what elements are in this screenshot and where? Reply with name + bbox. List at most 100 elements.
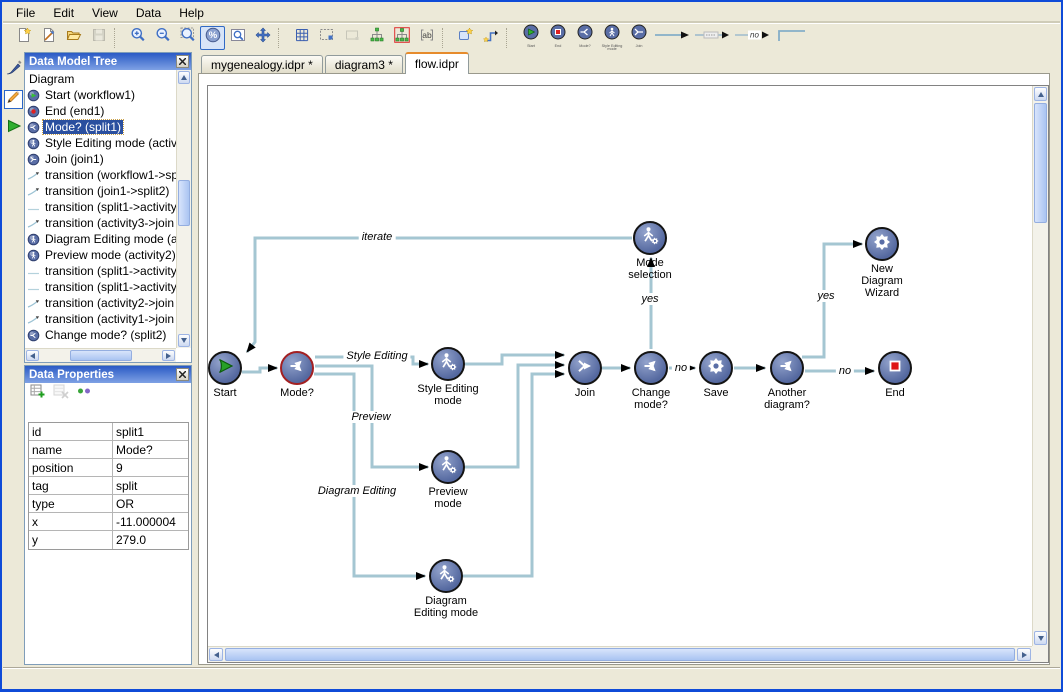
diagram-node-change-mode[interactable]: [634, 351, 668, 385]
property-value[interactable]: -11.000004: [113, 513, 188, 530]
canvas-hscroll-thumb[interactable]: [225, 648, 1015, 661]
canvas-vscrollbar[interactable]: [1032, 86, 1048, 646]
toolbar-zoom-percent-button[interactable]: %: [200, 26, 225, 50]
toolbar-node-activity-button[interactable]: Style Editing mode: [598, 24, 625, 51]
tree-item[interactable]: End (end1): [25, 103, 176, 119]
toolbar-text-label-button[interactable]: ab: [414, 26, 439, 50]
toolbar-connector-button[interactable]: [478, 26, 503, 50]
diagram-node-mode[interactable]: [280, 351, 314, 385]
tree-item[interactable]: transition (workflow1->sp: [25, 167, 176, 183]
tree-item[interactable]: Mode? (split1): [25, 119, 176, 135]
toolbar-arrow-no-button[interactable]: no: [732, 26, 772, 50]
property-row[interactable]: nameMode?: [29, 441, 188, 459]
toolbar-grid-button[interactable]: [289, 26, 314, 50]
tab-mygenealogy-idpr-[interactable]: mygenealogy.idpr *: [201, 55, 323, 74]
scroll-down-icon[interactable]: [178, 334, 190, 347]
diagram-canvas[interactable]: iterate Style Editing Preview Diagram Editi…: [208, 86, 1032, 646]
tab-diagram3-[interactable]: diagram3 *: [325, 55, 403, 74]
rail-pencil-button[interactable]: [4, 90, 23, 109]
edge-label[interactable]: yes: [638, 293, 661, 305]
canvas-vscroll-thumb[interactable]: [1034, 103, 1047, 223]
edge-label[interactable]: iterate: [359, 231, 396, 243]
property-row[interactable]: y279.0: [29, 531, 188, 549]
tree-item[interactable]: Start (workflow1): [25, 87, 176, 103]
toolbar-zoom-out-button[interactable]: [150, 26, 175, 50]
scroll-right-icon[interactable]: [1017, 648, 1031, 661]
tree-item[interactable]: Diagram Editing mode (ac: [25, 231, 176, 247]
toolbar-selection-button[interactable]: [314, 26, 339, 50]
menu-help[interactable]: Help: [170, 3, 213, 23]
edge-label[interactable]: no: [836, 365, 854, 377]
edge-label[interactable]: no: [672, 362, 690, 374]
close-icon[interactable]: [176, 55, 189, 68]
diagram-node-new-diagram-wizard[interactable]: [865, 227, 899, 261]
close-icon[interactable]: [176, 368, 189, 381]
tree-item[interactable]: Style Editing mode (activi: [25, 135, 176, 151]
data-properties-titlebar[interactable]: Data Properties: [25, 366, 191, 383]
tree-item[interactable]: Diagram: [25, 71, 176, 87]
tree-vscroll-thumb[interactable]: [178, 180, 190, 226]
property-value[interactable]: Mode?: [113, 441, 188, 458]
toolbar-node-end-button[interactable]: End: [544, 24, 571, 51]
delete-row-icon[interactable]: [53, 383, 69, 404]
tree-hscroll-thumb[interactable]: [70, 350, 132, 361]
edge-label[interactable]: Preview: [348, 411, 393, 423]
property-value[interactable]: split: [113, 477, 188, 494]
diagram-node-another-diagram[interactable]: [770, 351, 804, 385]
menu-view[interactable]: View: [83, 3, 127, 23]
diagram-node-style-editing-mode[interactable]: [431, 347, 465, 381]
diagram-node-preview-mode[interactable]: [431, 450, 465, 484]
property-row[interactable]: tagsplit: [29, 477, 188, 495]
scroll-left-icon[interactable]: [209, 648, 223, 661]
property-row[interactable]: idsplit1: [29, 423, 188, 441]
property-value[interactable]: OR: [113, 495, 188, 512]
tree-item[interactable]: transition (split1->activity: [25, 199, 176, 215]
transition-edge[interactable]: [465, 355, 564, 364]
toolbar-transform-button[interactable]: [339, 26, 364, 50]
edge-label[interactable]: Diagram Editing: [315, 485, 399, 497]
toolbar-arrow-labeled-button[interactable]: [692, 26, 732, 50]
diagram-node-mode-selection[interactable]: [633, 221, 667, 255]
diagram-node-start[interactable]: [208, 351, 242, 385]
toolbar-tree-layout-box-button[interactable]: [389, 26, 414, 50]
scroll-down-icon[interactable]: [1034, 631, 1047, 645]
diagram-node-join[interactable]: [568, 351, 602, 385]
toolbar-save-button[interactable]: [86, 26, 111, 50]
data-model-tree-titlebar[interactable]: Data Model Tree: [25, 53, 191, 70]
toolbar-node-join-button[interactable]: Join: [625, 24, 652, 51]
toolbar-wizard-button[interactable]: [36, 26, 61, 50]
property-value[interactable]: 279.0: [113, 531, 188, 549]
tree-item[interactable]: Preview mode (activity2): [25, 247, 176, 263]
tree-item[interactable]: transition (split1->activity: [25, 279, 176, 295]
transition-edge[interactable]: [247, 238, 632, 352]
tree-hscrollbar[interactable]: [25, 348, 176, 362]
toolbar-new-shape-button[interactable]: [453, 26, 478, 50]
toolbar-node-start-button[interactable]: Start: [517, 24, 544, 51]
property-value[interactable]: split1: [113, 423, 188, 440]
property-row[interactable]: x-11.000004: [29, 513, 188, 531]
property-value[interactable]: 9: [113, 459, 188, 476]
scroll-up-icon[interactable]: [1034, 87, 1047, 101]
diagram-node-end[interactable]: [878, 351, 912, 385]
toolbar-new-document-button[interactable]: [11, 26, 36, 50]
menu-edit[interactable]: Edit: [44, 3, 83, 23]
rail-run-play-button[interactable]: [4, 119, 23, 138]
transition-edge[interactable]: [242, 368, 277, 372]
scroll-left-icon[interactable]: [26, 350, 39, 361]
toolbar-elbow-line-button[interactable]: [772, 26, 812, 50]
tree-item[interactable]: transition (activity3->join: [25, 215, 176, 231]
toolbar-arrow-straight-button[interactable]: [652, 26, 692, 50]
menu-file[interactable]: File: [7, 3, 44, 23]
toolbar-node-split-button[interactable]: Mode?: [571, 24, 598, 51]
tab-flow-idpr[interactable]: flow.idpr: [405, 52, 469, 74]
tree-item[interactable]: Change mode? (split2): [25, 327, 176, 343]
rail-paintbrush-button[interactable]: [4, 61, 23, 80]
canvas-hscrollbar[interactable]: [208, 646, 1032, 662]
toolbar-overview-button[interactable]: [225, 26, 250, 50]
edge-label[interactable]: Style Editing: [343, 350, 410, 362]
property-row[interactable]: typeOR: [29, 495, 188, 513]
property-row[interactable]: position9: [29, 459, 188, 477]
tree-item[interactable]: transition (activity2->join: [25, 295, 176, 311]
tree-item[interactable]: Join (join1): [25, 151, 176, 167]
scroll-right-icon[interactable]: [162, 350, 175, 361]
